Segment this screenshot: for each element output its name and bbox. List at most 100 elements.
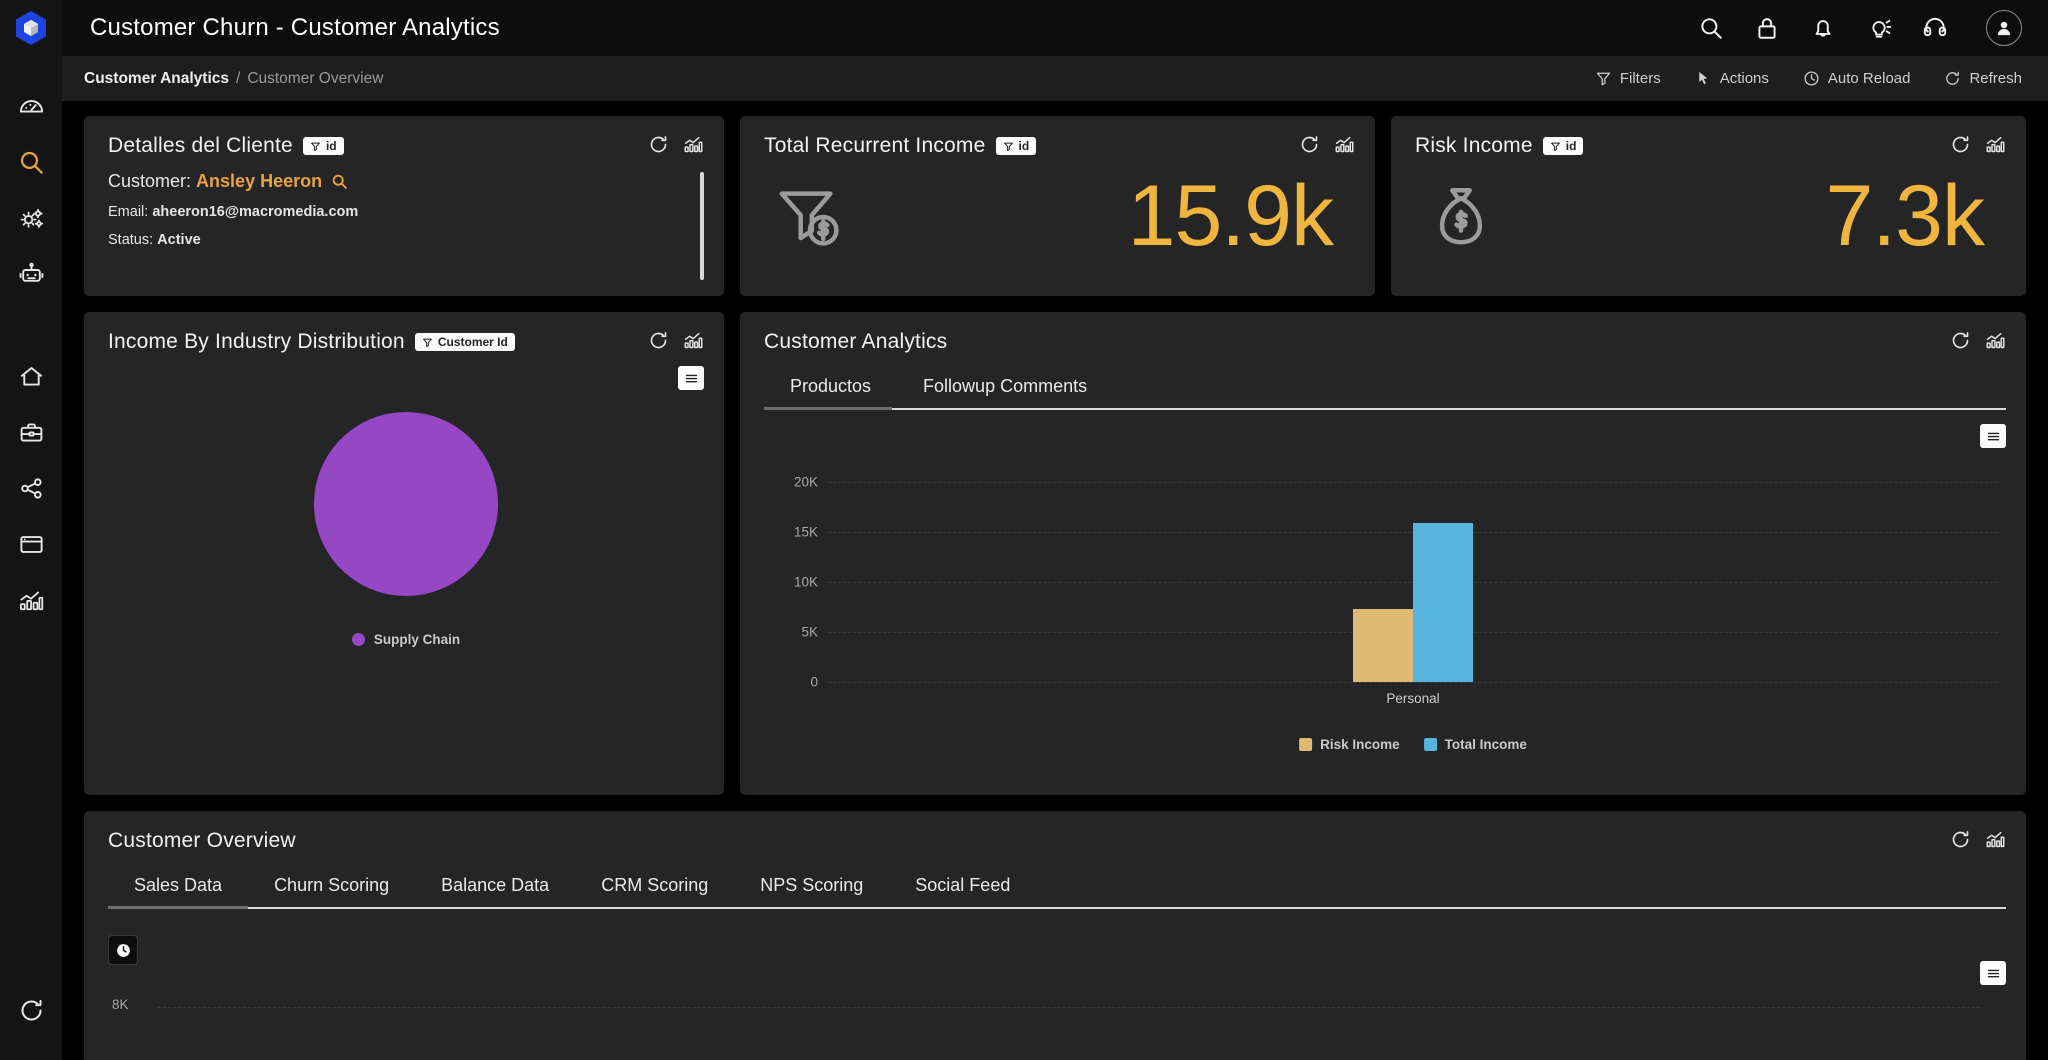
bar-chart-icon[interactable] bbox=[1985, 330, 2006, 351]
filters-label: Filters bbox=[1619, 70, 1661, 87]
card-tools bbox=[648, 330, 704, 351]
y-tick-0: 0 bbox=[810, 674, 818, 690]
sidebar-item-settings[interactable] bbox=[3, 190, 59, 246]
time-range-toggle-button[interactable] bbox=[108, 935, 138, 965]
bar-chart-icon[interactable] bbox=[683, 330, 704, 351]
cursor-icon bbox=[1698, 71, 1708, 85]
sidebar-item-dashboard[interactable] bbox=[3, 78, 59, 134]
y-tick-10k: 10K bbox=[793, 574, 818, 590]
lock-icon[interactable] bbox=[1754, 15, 1780, 41]
sidebar-item-analytics[interactable] bbox=[3, 572, 59, 628]
window-icon bbox=[19, 535, 43, 553]
card-tools bbox=[1950, 330, 2006, 351]
pie-chart-menu-button[interactable] bbox=[678, 366, 704, 390]
breadcrumb-parent[interactable]: Customer Analytics bbox=[84, 70, 229, 88]
sidebar-item-share[interactable] bbox=[3, 460, 59, 516]
customer-search-icon[interactable] bbox=[331, 173, 348, 190]
funnel-icon bbox=[1550, 142, 1560, 151]
app-logo[interactable] bbox=[0, 0, 62, 56]
headset-icon[interactable] bbox=[1922, 15, 1948, 41]
sidebar-item-automation[interactable] bbox=[3, 246, 59, 302]
bar-chart-legend: Risk Income Total Income bbox=[1299, 737, 1527, 752]
filter-chip-customer-id[interactable]: Customer Id bbox=[414, 333, 515, 351]
body-wrapper: Customer Analytics / Customer Overview F… bbox=[0, 56, 2048, 1060]
tab-productos[interactable]: Productos bbox=[764, 370, 897, 410]
status-value: Active bbox=[157, 232, 201, 248]
tab-crm-scoring[interactable]: CRM Scoring bbox=[575, 869, 734, 909]
tab-balance-data[interactable]: Balance Data bbox=[415, 869, 575, 909]
risk-income-card: Risk Income id 7.3k bbox=[1391, 116, 2026, 296]
dashboard-canvas: Detalles del Cliente id Customer: Ansley… bbox=[62, 102, 2048, 1060]
chip-label: id bbox=[325, 139, 337, 153]
auto-reload-button[interactable]: Auto Reload bbox=[1803, 70, 1911, 87]
search-icon[interactable] bbox=[1698, 15, 1724, 41]
customer-analytics-card: Customer Analytics Productos Followup Co… bbox=[740, 312, 2026, 795]
tab-followup-comments[interactable]: Followup Comments bbox=[897, 370, 1113, 410]
customer-overview-card: Customer Overview Sales Data Churn Scori… bbox=[84, 811, 2026, 1060]
breadcrumb-current: Customer Overview bbox=[247, 69, 384, 87]
refresh-icon[interactable] bbox=[1299, 134, 1320, 155]
bar-risk-income[interactable] bbox=[1353, 609, 1413, 682]
overview-chart-menu-button[interactable] bbox=[1980, 961, 2006, 985]
money-bag-icon bbox=[1439, 188, 1483, 245]
tabs-underline bbox=[764, 408, 2006, 410]
pie-slice-supply-chain[interactable] bbox=[314, 412, 498, 596]
card-scrollbar[interactable] bbox=[700, 172, 704, 280]
refresh-icon[interactable] bbox=[1950, 330, 1971, 351]
sidebar-item-home[interactable] bbox=[3, 348, 59, 404]
refresh-icon[interactable] bbox=[1950, 829, 1971, 850]
refresh-icon bbox=[21, 999, 42, 1020]
legend-item-total-income[interactable]: Total Income bbox=[1423, 737, 1527, 752]
filter-chip-id[interactable]: id bbox=[995, 137, 1037, 155]
bar-total-income[interactable] bbox=[1413, 523, 1473, 682]
sidebar-item-window[interactable] bbox=[3, 516, 59, 572]
bar-chart-icon[interactable] bbox=[1985, 134, 2006, 155]
refresh-icon[interactable] bbox=[648, 134, 669, 155]
tab-nps-scoring[interactable]: NPS Scoring bbox=[734, 869, 889, 909]
bar-group-personal bbox=[1353, 523, 1473, 682]
avatar[interactable] bbox=[1986, 10, 2022, 46]
customer-overview-chart: 8K bbox=[108, 935, 2006, 1012]
topbar-icon-group bbox=[1698, 10, 2022, 46]
filter-chip-id[interactable]: id bbox=[302, 137, 344, 155]
tab-social-feed[interactable]: Social Feed bbox=[889, 869, 1036, 909]
bar-chart-icon[interactable] bbox=[683, 134, 704, 155]
legend-swatch-risk-income bbox=[1299, 738, 1313, 751]
actions-button[interactable]: Actions bbox=[1695, 70, 1769, 87]
refresh-icon bbox=[1946, 71, 1960, 85]
card-title: Income By Industry Distribution bbox=[108, 330, 405, 353]
income-by-industry-card: Income By Industry Distribution Customer… bbox=[84, 312, 724, 795]
funnel-icon bbox=[311, 142, 320, 151]
filters-button[interactable]: Filters bbox=[1595, 70, 1661, 87]
income-by-industry-header: Income By Industry Distribution Customer… bbox=[108, 330, 704, 354]
legend-item-risk-income[interactable]: Risk Income bbox=[1299, 737, 1400, 752]
refresh-icon[interactable] bbox=[648, 330, 669, 351]
refresh-icon[interactable] bbox=[1950, 134, 1971, 155]
chip-label: id bbox=[1565, 139, 1577, 153]
customer-name[interactable]: Ansley Heeron bbox=[196, 171, 322, 191]
bar-chart-icon[interactable] bbox=[1334, 134, 1355, 155]
email-value: aheeron16@macromedia.com bbox=[152, 204, 359, 220]
legend-label-total-income: Total Income bbox=[1444, 737, 1527, 752]
tab-churn-scoring[interactable]: Churn Scoring bbox=[248, 869, 415, 909]
bell-icon[interactable] bbox=[1810, 15, 1836, 41]
bar-chart-icon[interactable] bbox=[1985, 829, 2006, 850]
sidebar-item-briefcase[interactable] bbox=[3, 404, 59, 460]
legend-label-supply-chain[interactable]: Supply Chain bbox=[374, 632, 460, 647]
sidebar bbox=[0, 56, 62, 1060]
card-tools bbox=[1299, 134, 1355, 155]
refresh-button[interactable]: Refresh bbox=[1944, 70, 2022, 87]
share-icon bbox=[20, 477, 42, 499]
money-bag-icon-wrap bbox=[1425, 181, 1497, 253]
filter-chip-id[interactable]: id bbox=[1542, 137, 1584, 155]
sidebar-refresh-button[interactable] bbox=[3, 982, 59, 1038]
breadcrumb-actions: Filters Actions Auto Reload Refresh bbox=[1595, 70, 2022, 87]
pie-chart: Supply Chain bbox=[108, 354, 704, 647]
plot-area: Personal Risk Income Total Income bbox=[828, 420, 1998, 780]
tab-sales-data[interactable]: Sales Data bbox=[108, 869, 248, 909]
refresh-label: Refresh bbox=[1969, 70, 2022, 87]
hamburger-menu-icon bbox=[1987, 969, 1999, 977]
sidebar-item-search[interactable] bbox=[3, 134, 59, 190]
lightbulb-icon[interactable] bbox=[1866, 15, 1892, 41]
auto-reload-label: Auto Reload bbox=[1827, 70, 1911, 87]
